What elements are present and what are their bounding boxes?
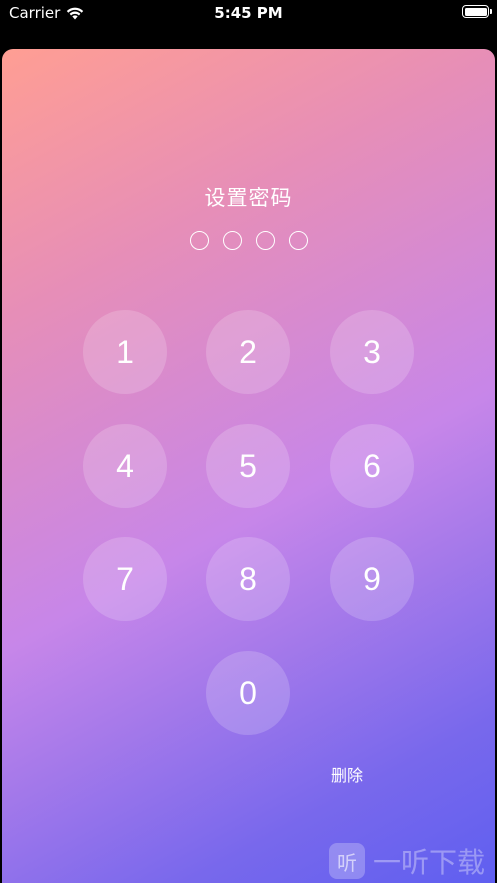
key-8[interactable]: 8 bbox=[206, 537, 290, 621]
passcode-dot bbox=[222, 231, 242, 250]
page-title: 设置密码 bbox=[204, 186, 293, 210]
status-bar: Carrier 5:45 PM bbox=[0, 0, 497, 50]
key-4[interactable]: 4 bbox=[83, 424, 167, 508]
key-9[interactable]: 9 bbox=[330, 537, 414, 621]
key-7[interactable]: 7 bbox=[83, 537, 167, 621]
passcode-dot bbox=[189, 231, 209, 250]
key-3[interactable]: 3 bbox=[330, 310, 414, 394]
key-5[interactable]: 5 bbox=[206, 424, 290, 508]
delete-button[interactable]: 删除 bbox=[317, 762, 377, 786]
key-1[interactable]: 1 bbox=[83, 310, 167, 394]
watermark-logo-icon: 听 bbox=[328, 843, 365, 879]
battery-icon bbox=[462, 5, 492, 18]
passcode-dot bbox=[288, 231, 308, 250]
key-0[interactable]: 0 bbox=[206, 651, 290, 735]
passcode-dot bbox=[255, 231, 275, 250]
key-2[interactable]: 2 bbox=[206, 310, 290, 394]
watermark: 听 一听下载 bbox=[328, 841, 485, 881]
key-6[interactable]: 6 bbox=[330, 424, 414, 508]
status-time: 5:45 PM bbox=[214, 4, 283, 22]
watermark-text: 一听下载 bbox=[372, 846, 485, 879]
passcode-sheet: 设置密码 1 2 3 4 5 6 7 8 9 0 删除 听 一听下载 bbox=[2, 49, 495, 883]
passcode-dots bbox=[2, 231, 495, 250]
